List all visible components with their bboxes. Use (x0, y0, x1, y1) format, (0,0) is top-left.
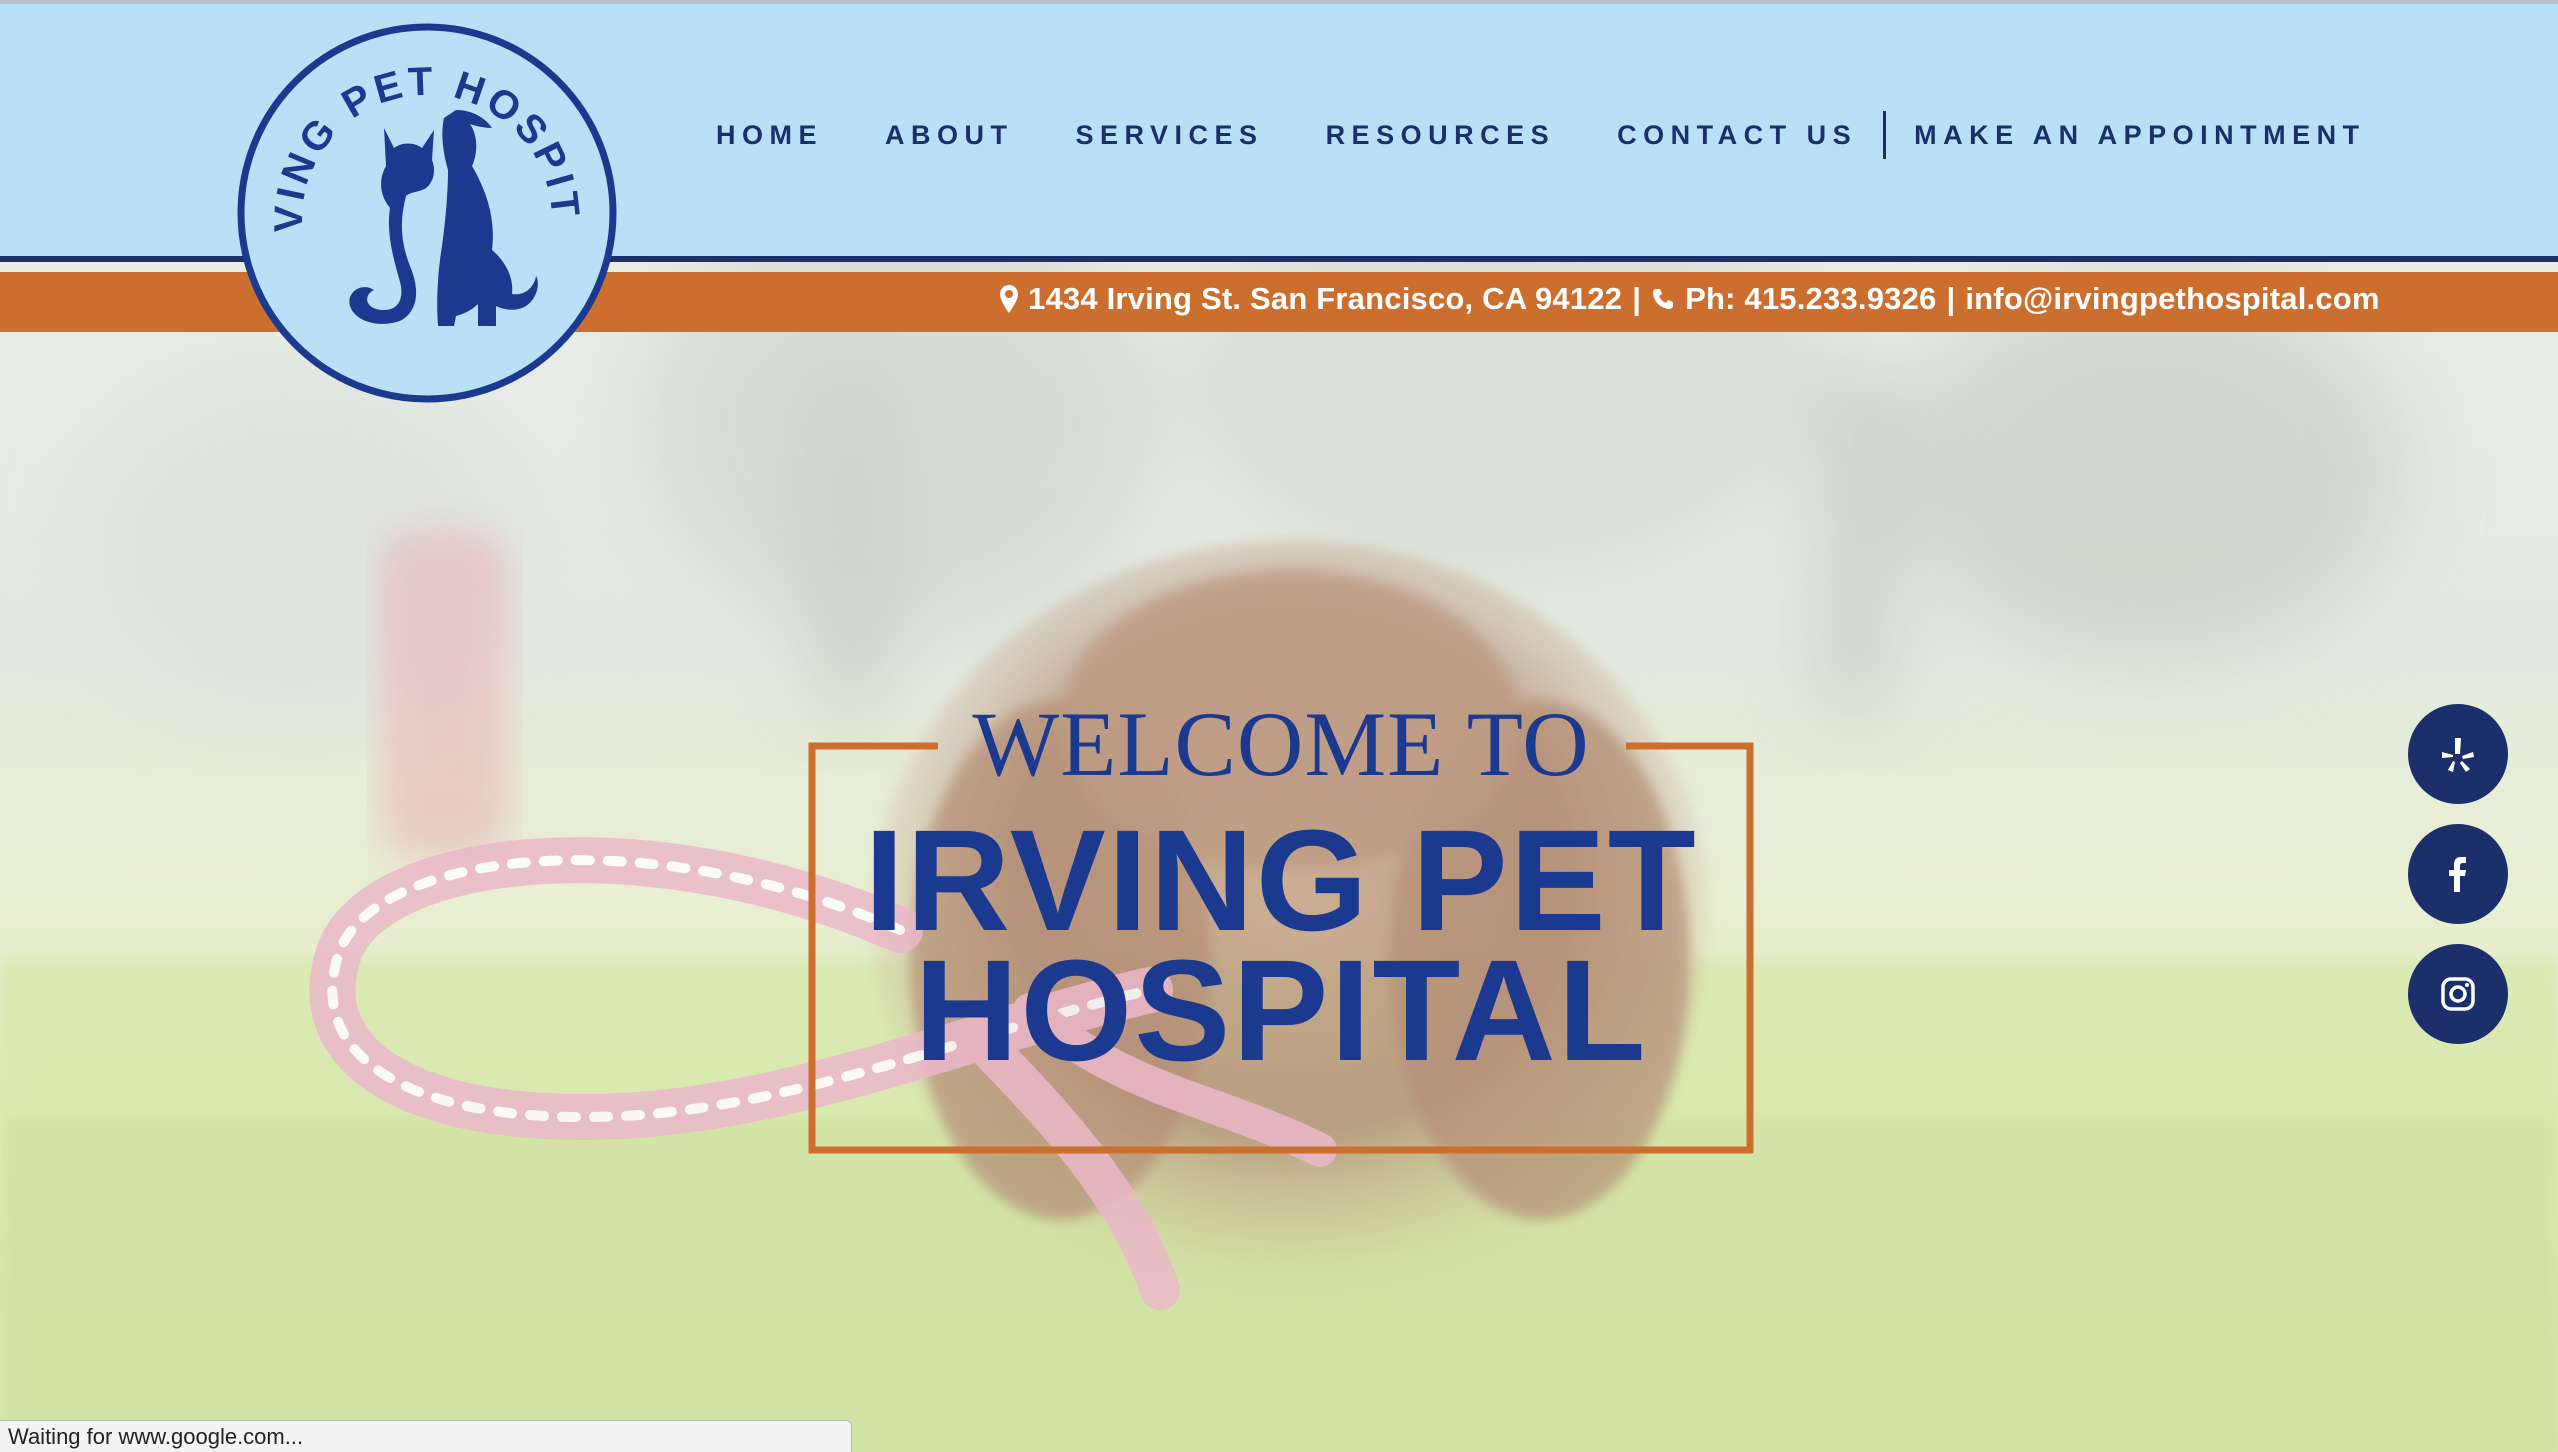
address-text: 1434 Irving St. San Francisco, CA 94122 (1028, 281, 1623, 316)
instagram-icon (2441, 977, 2475, 1011)
hero-title-line1: IRVING PET (864, 800, 1698, 961)
nav-home[interactable]: HOME (716, 120, 823, 151)
welcome-heading: WELCOME TO (972, 693, 1590, 795)
nav-divider (1883, 111, 1887, 159)
browser-status-bar: Waiting for www.google.com... (0, 1420, 852, 1452)
email-link[interactable]: info@irvingpethospital.com (1965, 281, 2379, 317)
hero-title-line2: HOSPITAL (914, 930, 1648, 1091)
yelp-button[interactable] (2408, 704, 2508, 804)
facebook-icon (2449, 857, 2466, 892)
hero-title: IRVING PET HOSPITAL (808, 800, 1754, 1091)
instagram-button[interactable] (2408, 944, 2508, 1044)
map-marker-icon (1000, 285, 1018, 313)
main-nav: HOME ABOUT SERVICES RESOURCES CONTACT US… (716, 110, 2366, 160)
nav-resources[interactable]: RESOURCES (1326, 120, 1556, 151)
site-logo[interactable]: IRVING PET HOSPITAL (218, 0, 620, 406)
nav-contact-us[interactable]: CONTACT US (1617, 120, 1857, 151)
nav-about[interactable]: ABOUT (885, 120, 1014, 151)
make-appointment-link[interactable]: MAKE AN APPOINTMENT (1914, 120, 2366, 151)
nav-services[interactable]: SERVICES (1076, 120, 1264, 151)
info-separator: | (1632, 281, 1642, 316)
contact-info: 1434 Irving St. San Francisco, CA 94122 … (1000, 281, 2380, 317)
phone-icon (1651, 287, 1675, 311)
yelp-icon (2442, 738, 2474, 772)
facebook-button[interactable] (2408, 824, 2508, 924)
info-separator-2: | (1946, 281, 1956, 316)
phone-link[interactable]: Ph: 415.233.9326 (1685, 281, 1936, 317)
